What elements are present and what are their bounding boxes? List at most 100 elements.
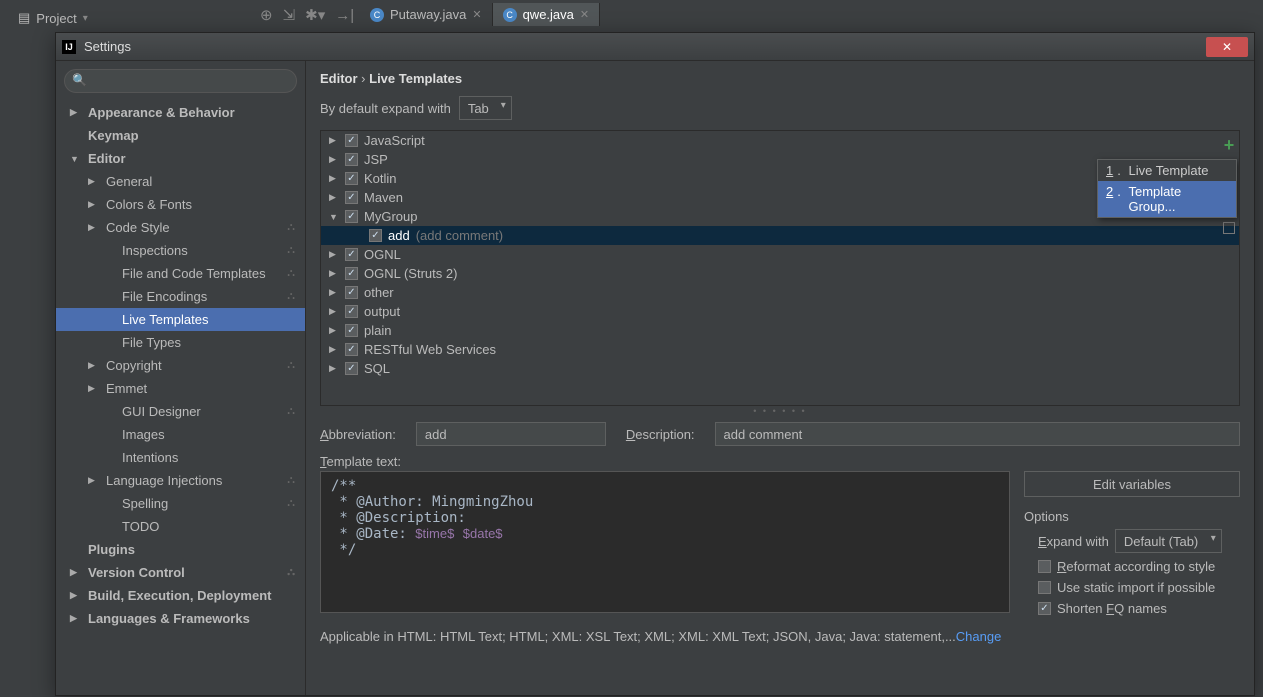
nav-item-version-control[interactable]: ▶Version Control⛬ <box>56 561 305 584</box>
checkbox-icon[interactable]: ✓ <box>345 267 358 280</box>
editor-tab-qwe[interactable]: C qwe.java ✕ <box>493 3 601 26</box>
chevron-icon: ▼ <box>329 212 339 222</box>
checkbox-icon[interactable]: ✓ <box>345 286 358 299</box>
scope-icon: ⛬ <box>287 267 295 280</box>
template-sql[interactable]: ▶✓SQL <box>321 359 1239 378</box>
applicable-contexts: Applicable in HTML: HTML Text; HTML; XML… <box>306 625 1254 654</box>
template-add[interactable]: ✓add (add comment) <box>321 226 1239 245</box>
dialog-titlebar[interactable]: IJ Settings ✕ <box>56 33 1254 61</box>
chevron-icon: ▶ <box>88 360 98 371</box>
checkbox-icon[interactable]: ✓ <box>345 324 358 337</box>
settings-panel: Editor › Live Templates By default expan… <box>306 61 1254 695</box>
nav-item-file-and-code-templates[interactable]: File and Code Templates⛬ <box>56 262 305 285</box>
checkbox-icon[interactable]: ✓ <box>345 248 358 261</box>
nav-item-todo[interactable]: TODO <box>56 515 305 538</box>
nav-item-inspections[interactable]: Inspections⛬ <box>56 239 305 262</box>
close-icon[interactable]: ✕ <box>580 8 589 21</box>
chevron-icon: ▶ <box>329 363 339 374</box>
chevron-down-icon: ▾ <box>83 13 88 24</box>
nav-item-intentions[interactable]: Intentions <box>56 446 305 469</box>
chevron-icon: ▶ <box>70 567 80 578</box>
nav-item-languages-frameworks[interactable]: ▶Languages & Frameworks <box>56 607 305 630</box>
settings-search-input[interactable] <box>64 69 297 93</box>
nav-item-spelling[interactable]: Spelling⛬ <box>56 492 305 515</box>
chevron-icon: ▶ <box>329 306 339 317</box>
add-button[interactable]: + <box>1224 135 1235 156</box>
chevron-icon: ▶ <box>70 613 80 624</box>
class-icon: C <box>503 8 517 22</box>
abbreviation-label: Abbreviation: <box>320 427 396 442</box>
template-text-editor[interactable]: /** * @Author: MingmingZhou * @Descripti… <box>320 471 1010 613</box>
chevron-icon: ▶ <box>329 287 339 298</box>
nav-item-copyright[interactable]: ▶Copyright⛬ <box>56 354 305 377</box>
gear-icon[interactable]: ✱▾ <box>305 6 325 24</box>
expand-with-select[interactable]: Tab <box>459 96 512 120</box>
nav-item-gui-designer[interactable]: GUI Designer⛬ <box>56 400 305 423</box>
target-icon[interactable]: ⊕ <box>260 6 273 24</box>
checkbox-icon[interactable]: ✓ <box>345 343 358 356</box>
nav-item-keymap[interactable]: Keymap <box>56 124 305 147</box>
checkbox-icon[interactable]: ✓ <box>345 362 358 375</box>
scope-icon: ⛬ <box>287 474 295 487</box>
editor-tab-putaway[interactable]: C Putaway.java ✕ <box>360 3 493 26</box>
collapse-icon[interactable]: ⇲ <box>283 6 296 24</box>
template-plain[interactable]: ▶✓plain <box>321 321 1239 340</box>
checkbox-icon[interactable]: ✓ <box>369 229 382 242</box>
template-ognl-struts-2-[interactable]: ▶✓OGNL (Struts 2) <box>321 264 1239 283</box>
intellij-icon: IJ <box>62 40 76 54</box>
popup-template-group[interactable]: 2. Template Group... <box>1098 181 1236 217</box>
change-link[interactable]: Change <box>956 629 1002 644</box>
nav-item-editor[interactable]: ▼Editor <box>56 147 305 170</box>
template-javascript[interactable]: ▶✓JavaScript <box>321 131 1239 150</box>
project-tool-button[interactable]: ▤ Project ▾ <box>18 10 88 26</box>
template-restful-web-services[interactable]: ▶✓RESTful Web Services <box>321 340 1239 359</box>
checkbox-icon[interactable]: ✓ <box>345 305 358 318</box>
nav-item-live-templates[interactable]: Live Templates <box>56 308 305 331</box>
editor-topbar: ▤ Project ▾ ⊕ ⇲ ✱▾ →| C Putaway.java ✕ C… <box>0 0 1263 36</box>
nav-item-file-encodings[interactable]: File Encodings⛬ <box>56 285 305 308</box>
edit-variables-button[interactable]: Edit variables <box>1024 471 1240 497</box>
expand-label: By default expand with <box>320 101 451 116</box>
chevron-icon: ▶ <box>88 199 98 210</box>
popup-live-template[interactable]: 1. Live Template <box>1098 160 1236 181</box>
chevron-icon: ▶ <box>70 107 80 118</box>
description-input[interactable] <box>715 422 1240 446</box>
nav-item-build-execution-deployment[interactable]: ▶Build, Execution, Deployment <box>56 584 305 607</box>
nav-item-language-injections[interactable]: ▶Language Injections⛬ <box>56 469 305 492</box>
checkbox-icon[interactable]: ✓ <box>345 210 358 223</box>
option-reformat[interactable]: Reformat according to style <box>1024 556 1240 577</box>
hide-icon[interactable]: →| <box>335 7 354 24</box>
nav-item-file-types[interactable]: File Types <box>56 331 305 354</box>
nav-item-code-style[interactable]: ▶Code Style⛬ <box>56 216 305 239</box>
project-icon: ▤ <box>18 10 30 26</box>
nav-item-colors-fonts[interactable]: ▶Colors & Fonts <box>56 193 305 216</box>
checkbox-icon[interactable]: ✓ <box>345 191 358 204</box>
nav-item-appearance-behavior[interactable]: ▶Appearance & Behavior <box>56 101 305 124</box>
scope-icon: ⛬ <box>287 497 295 510</box>
nav-item-emmet[interactable]: ▶Emmet <box>56 377 305 400</box>
expand-with-option-select[interactable]: Default (Tab) <box>1115 529 1222 553</box>
separator-icon[interactable] <box>1223 222 1235 234</box>
option-static-import[interactable]: Use static import if possible <box>1024 577 1240 598</box>
settings-dialog: IJ Settings ✕ 🔍 ▶Appearance & BehaviorKe… <box>55 32 1255 696</box>
close-icon[interactable]: ✕ <box>472 8 481 21</box>
nav-item-plugins[interactable]: Plugins <box>56 538 305 561</box>
options-label: Options <box>1024 507 1240 526</box>
abbreviation-input[interactable] <box>416 422 606 446</box>
scope-icon: ⛬ <box>287 221 295 234</box>
nav-item-general[interactable]: ▶General <box>56 170 305 193</box>
nav-item-images[interactable]: Images <box>56 423 305 446</box>
checkbox-icon[interactable]: ✓ <box>345 172 358 185</box>
search-icon: 🔍 <box>72 73 87 87</box>
checkbox-icon[interactable]: ✓ <box>345 134 358 147</box>
template-ognl[interactable]: ▶✓OGNL <box>321 245 1239 264</box>
chevron-icon: ▶ <box>88 176 98 187</box>
option-shorten-fq[interactable]: ✓Shorten FQ names <box>1024 598 1240 619</box>
checkbox-icon[interactable]: ✓ <box>345 153 358 166</box>
template-text-label: Template text: <box>306 450 1254 471</box>
template-output[interactable]: ▶✓output <box>321 302 1239 321</box>
chevron-icon: ▶ <box>329 154 339 165</box>
window-close-button[interactable]: ✕ <box>1206 37 1248 57</box>
expand-with-label: Expand with <box>1038 534 1109 549</box>
template-other[interactable]: ▶✓other <box>321 283 1239 302</box>
